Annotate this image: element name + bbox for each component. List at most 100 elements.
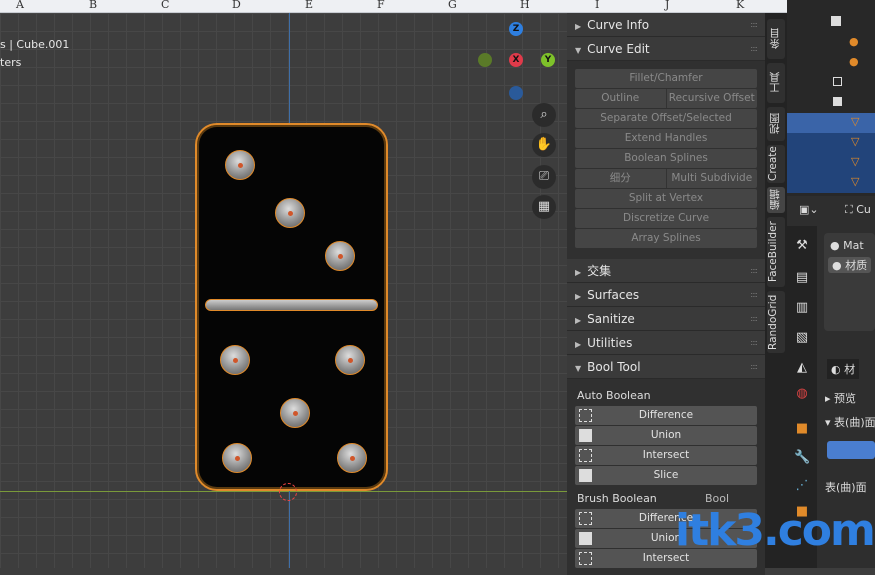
extend-handles-button[interactable]: Extend Handles [575, 129, 757, 148]
tab-tool[interactable]: 工具 [767, 63, 785, 103]
auto-difference-button[interactable]: Difference [575, 406, 757, 425]
zoom-icon[interactable]: ⌕ [532, 103, 556, 127]
column-d: D [232, 0, 241, 11]
array-splines-button[interactable]: Array Splines [575, 229, 757, 248]
material-slot-selected[interactable]: ● 材质 [828, 257, 872, 273]
panel-title: Bool Tool [587, 360, 641, 374]
curve-icon: ▽ [851, 135, 860, 148]
units-text: ters [0, 56, 22, 69]
auto-intersect-button[interactable]: Intersect [575, 446, 757, 465]
split-at-vertex-button[interactable]: Split at Vertex [575, 189, 757, 208]
outliner-row-collection[interactable] [787, 93, 875, 113]
editor-type-icon[interactable]: ▣⌄ [799, 203, 819, 216]
union-icon [579, 532, 592, 545]
column-h: H [520, 0, 530, 11]
material-slot-list[interactable]: ● Mat ● 材质 [824, 233, 875, 331]
pip [325, 241, 355, 271]
auto-boolean-label: Auto Boolean [577, 389, 651, 402]
checkbox [833, 77, 842, 86]
outline-button[interactable]: Outline [575, 89, 667, 108]
tool-icon[interactable]: ⚒ [794, 238, 810, 254]
scene-icon[interactable]: ◭ [794, 360, 810, 376]
column-k: K [736, 0, 745, 11]
outliner: ● ● ▽ ▽ ▽ ▽ [787, 0, 875, 196]
grid-icon[interactable]: ▦ [532, 195, 556, 219]
domino-object[interactable] [195, 123, 388, 491]
outliner-row-curve[interactable]: ▽ [787, 153, 875, 173]
surface-selector[interactable] [827, 441, 875, 459]
wrench-icon[interactable]: 🔧 [794, 450, 810, 466]
outliner-row-curve[interactable]: ▽ [787, 113, 875, 133]
fillet-chamfer-button[interactable]: Fillet/Chamfer [575, 69, 757, 88]
3d-viewport[interactable]: s | Cube.001 ters Z X Y ⌕ ✋ ⎚ ▦ [0, 13, 567, 568]
subdivide-button[interactable]: 细分 [575, 169, 667, 188]
outliner-row-camera[interactable]: ● [787, 33, 875, 53]
column-b: B [89, 0, 98, 11]
surface-panel[interactable]: ▾ 表(曲)面 [825, 414, 875, 430]
column-a: A [16, 0, 24, 11]
recursive-offset-button[interactable]: Recursive Offset [667, 89, 758, 108]
curve-icon: ▽ [851, 175, 860, 188]
auto-union-button[interactable]: Union [575, 426, 757, 445]
panel-title: Curve Edit [587, 42, 650, 56]
tab-create[interactable]: Create [767, 145, 785, 183]
world-icon[interactable]: ◍ [794, 386, 810, 402]
panel-surfaces[interactable]: ▶ Surfaces:::: [567, 283, 765, 307]
render-icon[interactable]: ▤ [794, 270, 810, 286]
gizmo-z-axis[interactable]: Z [509, 22, 523, 36]
discretize-curve-button[interactable]: Discretize Curve [575, 209, 757, 228]
tab-randogrid[interactable]: RandoGrid [767, 291, 785, 353]
auto-slice-button[interactable]: Slice [575, 466, 757, 485]
material-slot[interactable]: ● Mat [830, 239, 864, 252]
boolean-splines-button[interactable]: Boolean Splines [575, 149, 757, 168]
tab-view[interactable]: 视图 [767, 107, 785, 141]
separate-offset-button[interactable]: Separate Offset/Selected [575, 109, 757, 128]
panel-sanitize[interactable]: ▶ Sanitize:::: [567, 307, 765, 331]
pip [220, 345, 250, 375]
column-i: I [595, 0, 600, 11]
pip [222, 443, 252, 473]
camera-icon[interactable]: ⎚ [532, 165, 556, 189]
outliner-row-curve[interactable]: ▽ [787, 173, 875, 193]
outliner-row[interactable] [787, 13, 875, 33]
hand-pan-icon[interactable]: ✋ [532, 133, 556, 157]
panel-utilities[interactable]: ▶ Utilities:::: [567, 331, 765, 355]
difference-icon [579, 512, 592, 525]
sidebar-panel: ▶ Curve Info:::: ▼ Curve Edit:::: Fillet/C… [567, 13, 765, 575]
output-icon[interactable]: ▥ [794, 300, 810, 316]
gizmo-neg-y[interactable] [478, 53, 492, 67]
curve-icon: ▽ [851, 115, 860, 128]
preview-panel[interactable]: ▸ 预览 [825, 390, 856, 406]
surface-label: 表(曲)面 [825, 481, 867, 494]
panel-intersect-cn[interactable]: ▶ 交集:::: [567, 259, 765, 283]
panel-title: Curve Info [587, 18, 650, 32]
view-layer-icon[interactable]: ▧ [794, 330, 810, 346]
panel-curve-edit[interactable]: ▼ Curve Edit:::: [567, 37, 765, 61]
gizmo-x-axis[interactable]: X [509, 53, 523, 67]
panel-curve-info[interactable]: ▶ Curve Info:::: [567, 13, 765, 37]
watermark-logo: itk3.com [675, 505, 875, 556]
outliner-row-light[interactable]: ● [787, 53, 875, 73]
union-icon [579, 429, 592, 442]
column-c: C [161, 0, 170, 11]
object-icon[interactable]: ■ [794, 421, 810, 437]
checkbox [833, 97, 842, 106]
tab-facebuilder[interactable]: FaceBuilder [767, 217, 785, 287]
camera-icon: ● [849, 35, 859, 48]
gizmo-neg-z[interactable] [509, 86, 523, 100]
3d-cursor-icon[interactable] [279, 483, 297, 501]
panel-bool-tool[interactable]: ▼ Bool Tool:::: [567, 355, 765, 379]
curve-edit-body: Fillet/Chamfer Outline Recursive Offset S… [567, 61, 765, 259]
bool-tooltip-text: Bool [705, 492, 730, 505]
multi-subdivide-button[interactable]: Multi Subdivide [667, 169, 758, 188]
pip [225, 150, 255, 180]
particles-icon[interactable]: ⋰ [794, 478, 810, 494]
material-field[interactable]: ◐ 材 [827, 359, 860, 379]
outliner-row-collection[interactable] [787, 73, 875, 93]
tab-item[interactable]: 条目 [767, 19, 785, 59]
outliner-row-curve[interactable]: ▽ [787, 133, 875, 153]
pip [275, 198, 305, 228]
tab-edit[interactable]: 编辑 [767, 187, 785, 213]
panel-title: 交集 [587, 264, 612, 278]
gizmo-y-axis[interactable]: Y [541, 53, 555, 67]
